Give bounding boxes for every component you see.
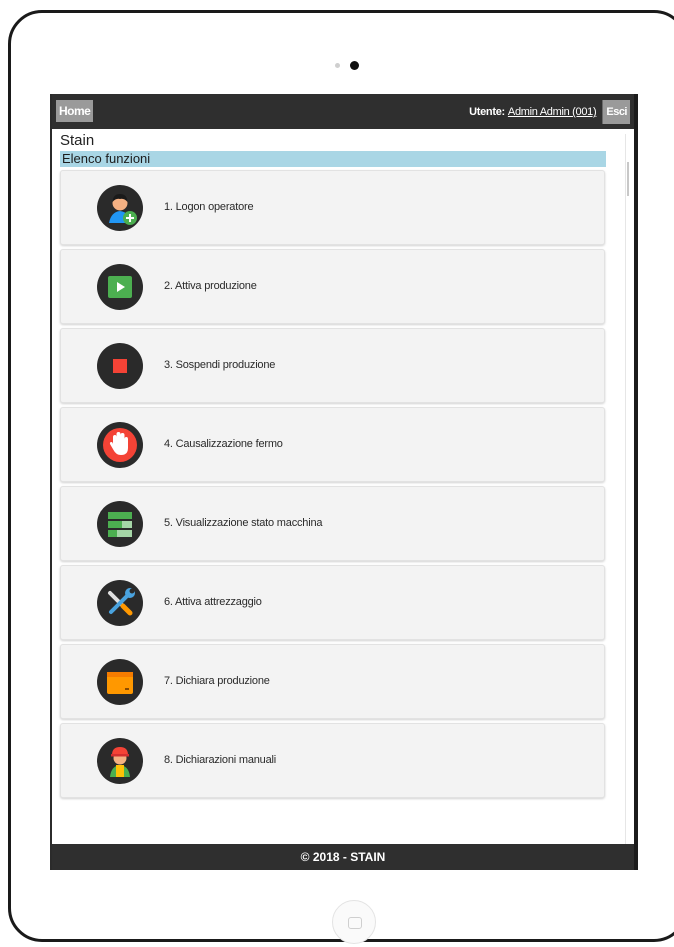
user-info: Utente: Admin Admin (001) Esci	[469, 100, 630, 124]
menu-item-label: 1. Logon operatore	[164, 201, 254, 213]
machine-status-icon	[97, 501, 143, 547]
menu-item-label: 5. Visualizzazione stato macchina	[164, 517, 323, 529]
stop-icon	[97, 343, 143, 389]
tablet-home-button-icon[interactable]	[332, 900, 376, 944]
section-header: Elenco funzioni	[60, 151, 606, 167]
menu-item-attiva-produzione[interactable]: 2. Attiva produzione	[60, 249, 605, 324]
menu-item-sospendi-produzione[interactable]: 3. Sospendi produzione	[60, 328, 605, 403]
menu-item-stato-macchina[interactable]: 5. Visualizzazione stato macchina	[60, 486, 605, 561]
camera-dots-icon	[335, 61, 365, 71]
tools-icon	[97, 580, 143, 626]
user-prefix-label: Utente:	[469, 106, 505, 118]
app-screen: Home Utente: Admin Admin (001) Esci Stai…	[50, 94, 638, 870]
menu-item-label: 4. Causalizzazione fermo	[164, 438, 283, 450]
user-name-link[interactable]: Admin Admin (001)	[508, 106, 597, 118]
app-title: Stain	[60, 132, 95, 149]
play-icon	[97, 264, 143, 310]
footer: © 2018 - STAIN	[52, 844, 634, 870]
menu-item-label: 7. Dichiara produzione	[164, 675, 270, 687]
scrollbar[interactable]	[625, 134, 634, 844]
menu-item-label: 2. Attiva produzione	[164, 280, 257, 292]
worker-icon	[97, 738, 143, 784]
menu-item-dichiarazioni-manuali[interactable]: 8. Dichiarazioni manuali	[60, 723, 605, 798]
home-button[interactable]: Home	[56, 100, 94, 122]
top-bar: Home Utente: Admin Admin (001) Esci	[52, 94, 634, 129]
operator-add-icon	[97, 185, 143, 231]
menu-item-logon-operatore[interactable]: 1. Logon operatore	[60, 170, 605, 245]
hand-stop-icon	[97, 422, 143, 468]
box-icon	[97, 659, 143, 705]
menu-item-attiva-attrezzaggio[interactable]: 6. Attiva attrezzaggio	[60, 565, 605, 640]
menu-item-label: 3. Sospendi produzione	[164, 359, 276, 371]
exit-button[interactable]: Esci	[602, 100, 630, 124]
menu-item-causalizzazione-fermo[interactable]: 4. Causalizzazione fermo	[60, 407, 605, 482]
function-list: 1. Logon operatore 2. Attiva produzione …	[60, 170, 605, 802]
menu-item-label: 6. Attiva attrezzaggio	[164, 596, 262, 608]
menu-item-dichiara-produzione[interactable]: 7. Dichiara produzione	[60, 644, 605, 719]
menu-item-label: 8. Dichiarazioni manuali	[164, 754, 276, 766]
